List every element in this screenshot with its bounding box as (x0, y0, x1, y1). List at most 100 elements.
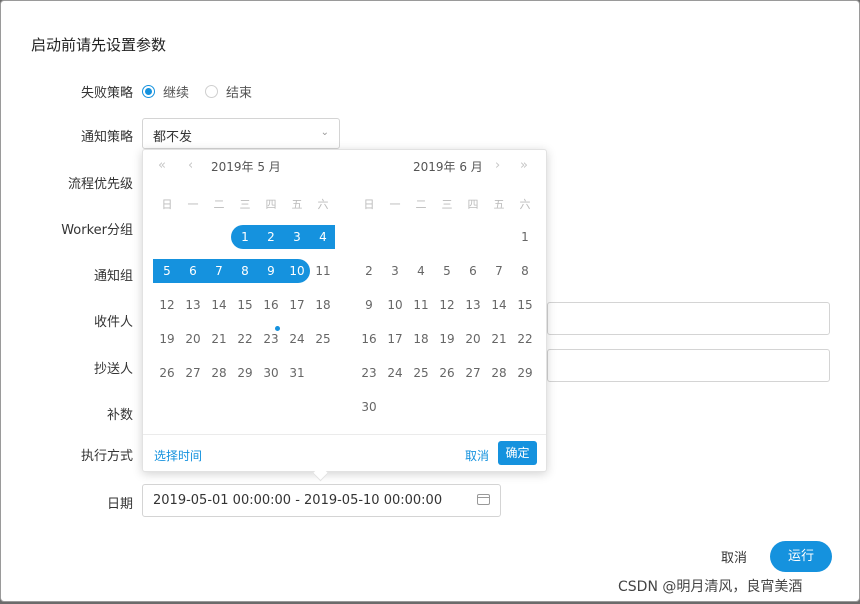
worker-group-label: Worker分组 (61, 223, 133, 238)
right-calendar-day[interactable]: 15 (512, 293, 538, 317)
run-button[interactable]: 运行 (770, 541, 832, 572)
right-calendar-day[interactable]: 9 (356, 293, 382, 317)
left-weekday-header: 四 (265, 198, 277, 211)
right-weekday-header: 四 (467, 198, 479, 211)
left-calendar-day[interactable]: 31 (284, 361, 310, 385)
left-calendar-day[interactable]: 5 (154, 259, 180, 283)
notify-strategy-value: 都不发 (153, 130, 193, 145)
date-range-picker: « ‹ 2019年 5 月 2019年 6 月 › » 选择时间 取消 确定 日… (142, 149, 547, 482)
left-calendar-day[interactable]: 23 (258, 327, 284, 351)
picker-arrow (312, 465, 329, 482)
cc-input[interactable] (547, 349, 830, 382)
right-calendar-day[interactable]: 17 (382, 327, 408, 351)
cancel-button[interactable]: 取消 (721, 547, 747, 566)
left-calendar-day[interactable]: 26 (154, 361, 180, 385)
right-calendar-day[interactable]: 19 (434, 327, 460, 351)
left-calendar-day[interactable]: 29 (232, 361, 258, 385)
right-month-title: 2019年 6 月 (413, 160, 483, 174)
right-calendar-day[interactable]: 27 (460, 361, 486, 385)
prev-year-icon[interactable]: « (158, 158, 166, 173)
right-weekday-header: 日 (363, 198, 375, 211)
right-calendar-day[interactable]: 3 (382, 259, 408, 283)
right-calendar-day[interactable]: 4 (408, 259, 434, 283)
left-calendar-day[interactable]: 24 (284, 327, 310, 351)
right-calendar-day[interactable]: 5 (434, 259, 460, 283)
date-range-input[interactable]: 2019-05-01 00:00:00 - 2019-05-10 00:00:0… (142, 484, 501, 517)
left-weekday-header: 日 (161, 198, 173, 211)
right-calendar-day[interactable]: 18 (408, 327, 434, 351)
prev-month-icon[interactable]: ‹ (188, 158, 193, 173)
left-weekday-header: 一 (187, 198, 199, 211)
right-weekday-header: 二 (415, 198, 427, 211)
dialog-title: 启动前请先设置参数 (31, 36, 167, 54)
select-time-link[interactable]: 选择时间 (154, 447, 202, 464)
left-calendar-day[interactable]: 6 (180, 259, 206, 283)
right-calendar-day[interactable]: 30 (356, 395, 382, 419)
radio-continue[interactable]: 继续 (142, 82, 189, 101)
right-calendar-day[interactable]: 11 (408, 293, 434, 317)
picker-confirm-button[interactable]: 确定 (498, 441, 537, 465)
right-calendar-day[interactable]: 25 (408, 361, 434, 385)
right-calendar-day[interactable]: 1 (512, 225, 538, 249)
right-calendar-day[interactable]: 12 (434, 293, 460, 317)
right-calendar-day[interactable]: 24 (382, 361, 408, 385)
right-calendar-day[interactable]: 6 (460, 259, 486, 283)
right-calendar-day[interactable]: 28 (486, 361, 512, 385)
right-calendar-day[interactable]: 22 (512, 327, 538, 351)
left-calendar-day[interactable]: 27 (180, 361, 206, 385)
left-calendar-day[interactable]: 1 (232, 225, 258, 249)
right-calendar-day[interactable]: 21 (486, 327, 512, 351)
notify-strategy-select[interactable]: 都不发 ⌄ (142, 118, 340, 149)
right-calendar-day[interactable]: 23 (356, 361, 382, 385)
dialog: 启动前请先设置参数 失败策略 继续 结束 通知策略 都不发 ⌄ 流程优先级 Wo… (0, 0, 860, 602)
recipient-input[interactable] (547, 302, 830, 335)
left-calendar-day[interactable]: 22 (232, 327, 258, 351)
left-calendar-day[interactable]: 16 (258, 293, 284, 317)
left-calendar-day[interactable]: 30 (258, 361, 284, 385)
notify-strategy-label: 通知策略 (80, 130, 133, 145)
watermark: CSDN @明月清风，良宵美酒 (618, 579, 803, 595)
right-calendar-day[interactable]: 20 (460, 327, 486, 351)
radio-end-label: 结束 (226, 86, 253, 101)
radio-end[interactable]: 结束 (205, 82, 252, 101)
left-calendar-day[interactable]: 14 (206, 293, 232, 317)
right-calendar-day[interactable]: 8 (512, 259, 538, 283)
right-calendar-day[interactable]: 13 (460, 293, 486, 317)
left-calendar-day[interactable]: 3 (284, 225, 310, 249)
left-weekday-header: 六 (317, 198, 329, 211)
failure-strategy-label: 失败策略 (80, 86, 133, 101)
right-calendar-day[interactable]: 26 (434, 361, 460, 385)
left-calendar-day[interactable]: 25 (310, 327, 336, 351)
left-calendar-day[interactable]: 10 (284, 259, 310, 283)
left-calendar-day[interactable]: 7 (206, 259, 232, 283)
right-calendar-day[interactable]: 16 (356, 327, 382, 351)
right-calendar-day[interactable]: 14 (486, 293, 512, 317)
exec-mode-label: 执行方式 (80, 449, 133, 464)
picker-cancel-button[interactable]: 取消 (465, 447, 489, 464)
right-calendar-day[interactable]: 29 (512, 361, 538, 385)
left-calendar-day[interactable]: 2 (258, 225, 284, 249)
left-calendar-day[interactable]: 9 (258, 259, 284, 283)
right-weekday-header: 一 (389, 198, 401, 211)
chevron-down-icon: ⌄ (320, 127, 329, 138)
right-weekday-header: 五 (493, 198, 505, 211)
next-month-icon[interactable]: › (495, 158, 500, 173)
right-calendar-day[interactable]: 7 (486, 259, 512, 283)
left-calendar-day[interactable]: 18 (310, 293, 336, 317)
left-calendar-day[interactable]: 20 (180, 327, 206, 351)
left-calendar-day[interactable]: 28 (206, 361, 232, 385)
radio-continue-label: 继续 (163, 86, 190, 101)
left-calendar-day[interactable]: 8 (232, 259, 258, 283)
left-calendar-day[interactable]: 13 (180, 293, 206, 317)
left-calendar-day[interactable]: 12 (154, 293, 180, 317)
left-calendar-day[interactable]: 15 (232, 293, 258, 317)
left-calendar-day[interactable]: 21 (206, 327, 232, 351)
next-year-icon[interactable]: » (520, 158, 528, 173)
left-calendar-day[interactable]: 4 (310, 225, 336, 249)
right-calendar-day[interactable]: 10 (382, 293, 408, 317)
left-calendar-day[interactable]: 11 (310, 259, 336, 283)
left-calendar-day[interactable]: 17 (284, 293, 310, 317)
right-calendar-day[interactable]: 2 (356, 259, 382, 283)
right-weekday-header: 六 (519, 198, 531, 211)
left-calendar-day[interactable]: 19 (154, 327, 180, 351)
